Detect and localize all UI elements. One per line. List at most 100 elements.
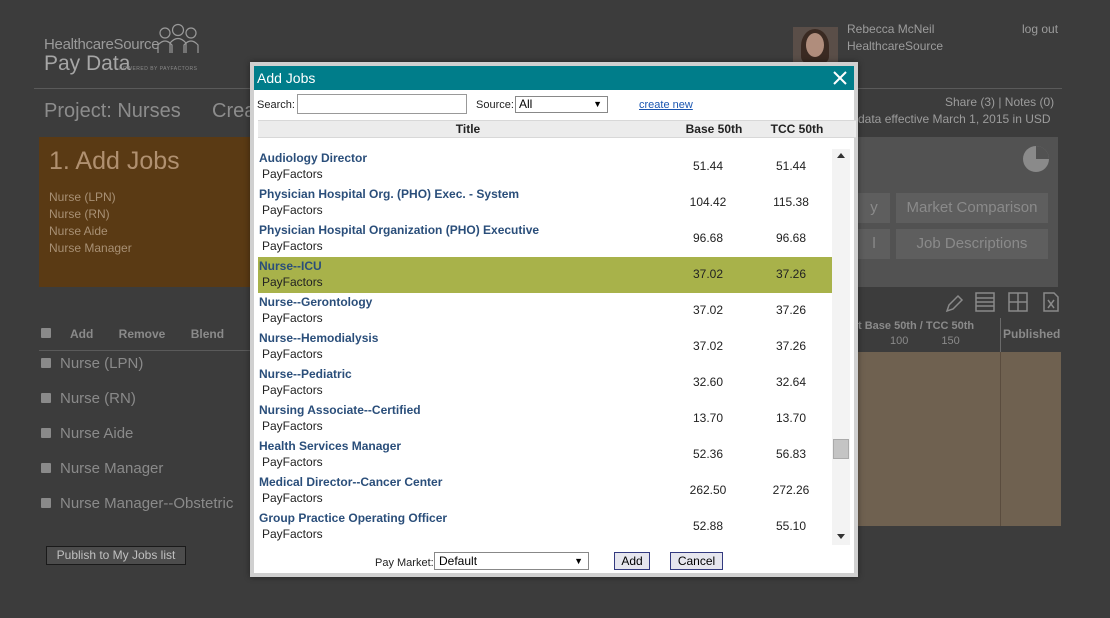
job-base-50th: 32.60 (692, 375, 724, 389)
job-base-50th: 104.42 (689, 195, 727, 209)
modal-title: Add Jobs (257, 70, 316, 86)
bg-job-row[interactable]: Nurse (RN) (60, 390, 136, 407)
job-row[interactable]: Nurse--ICU PayFactors 37.02 37.26 (258, 257, 832, 293)
base-tcc-header: t Base 50th / TCC 50th (858, 320, 975, 332)
bg-job-row[interactable]: Nurse Manager (60, 460, 163, 477)
bg-job-row[interactable]: Nurse Aide (60, 425, 133, 442)
add-action[interactable]: Add (70, 327, 93, 341)
scroll-up-arrow-icon[interactable] (837, 153, 845, 158)
scroll-thumb[interactable] (833, 439, 849, 459)
step-job-item: Nurse Manager (49, 241, 132, 255)
job-title[interactable]: Physician Hospital Org. (PHO) Exec. - Sy… (259, 187, 519, 201)
column-header-base[interactable]: Base 50th (678, 122, 750, 136)
scale-labels: 100 150 (890, 335, 960, 347)
job-title[interactable]: Group Practice Operating Officer (259, 511, 447, 525)
job-tcc-50th: 96.68 (775, 231, 807, 245)
logout-link[interactable]: log out (1022, 22, 1058, 36)
job-base-50th: 37.02 (692, 303, 724, 317)
job-source: PayFactors (262, 239, 323, 253)
column-header-title[interactable]: Title (258, 122, 678, 136)
job-title[interactable]: Nursing Associate--Certified (259, 403, 421, 417)
job-row[interactable]: Group Practice Operating Officer PayFacto… (258, 509, 832, 545)
job-title[interactable]: Nurse--Gerontology (259, 295, 372, 309)
job-title[interactable]: Audiology Director (259, 151, 367, 165)
row-checkbox[interactable] (41, 463, 51, 473)
job-tcc-50th: 37.26 (775, 267, 807, 281)
job-base-50th: 37.02 (692, 267, 724, 281)
job-tcc-50th: 37.26 (775, 339, 807, 353)
job-source: PayFactors (262, 275, 323, 289)
job-row[interactable]: Medical Director--Cancer Center PayFactor… (258, 473, 832, 509)
add-button[interactable]: Add (614, 552, 650, 570)
job-title[interactable]: Nurse--Hemodialysis (259, 331, 378, 345)
avatar[interactable] (793, 27, 838, 63)
tab-create[interactable]: Crea (212, 100, 255, 123)
dropdown-arrow-icon: ▼ (574, 556, 583, 566)
remove-action[interactable]: Remove (119, 327, 166, 341)
cancel-button[interactable]: Cancel (670, 552, 723, 570)
job-row[interactable]: Health Services Manager PayFactors 52.36 56… (258, 437, 832, 473)
job-title[interactable]: Nurse--ICU (259, 259, 322, 273)
list-view-icon[interactable] (975, 292, 995, 312)
user-name: Rebecca McNeil (847, 22, 935, 36)
job-source: PayFactors (262, 167, 323, 181)
job-title[interactable]: Nurse--Pediatric (259, 367, 352, 381)
job-row[interactable]: Audiology Director PayFactors 51.44 51.44 (258, 149, 832, 185)
source-select[interactable]: All ▼ (515, 96, 608, 113)
step-job-item: Nurse (RN) (49, 207, 110, 221)
row-checkbox[interactable] (41, 393, 51, 403)
job-base-50th: 96.68 (692, 231, 724, 245)
dropdown-arrow-icon: ▼ (593, 99, 602, 109)
pencil-icon[interactable] (944, 294, 964, 314)
market-comparison-button[interactable]: Market Comparison (896, 193, 1048, 223)
partial-button-top[interactable]: y (858, 193, 890, 223)
job-source: PayFactors (262, 383, 323, 397)
job-row[interactable]: Nursing Associate--Certified PayFactors 13… (258, 401, 832, 437)
job-source: PayFactors (262, 455, 323, 469)
source-label: Source: (476, 99, 514, 111)
job-source: PayFactors (262, 347, 323, 361)
job-title[interactable]: Physician Hospital Organization (PHO) Ex… (259, 223, 539, 237)
header-divider-line (1000, 318, 1001, 352)
job-source: PayFactors (262, 203, 323, 217)
partial-button-bottom[interactable]: l (858, 229, 890, 259)
column-header-tcc[interactable]: TCC 50th (750, 122, 844, 136)
close-icon[interactable] (830, 68, 850, 88)
modal-header: Add Jobs (254, 66, 854, 90)
create-new-link[interactable]: create new (639, 99, 693, 111)
job-row[interactable]: Nurse--Gerontology PayFactors 37.02 37.26 (258, 293, 832, 329)
job-base-50th: 52.88 (692, 519, 724, 533)
row-checkbox[interactable] (41, 498, 51, 508)
pay-market-label: Pay Market: (375, 557, 434, 569)
blend-action[interactable]: Blend (191, 327, 224, 341)
job-title[interactable]: Health Services Manager (259, 439, 401, 453)
pay-market-value: Default (439, 554, 478, 568)
job-row[interactable]: Physician Hospital Org. (PHO) Exec. - Sy… (258, 185, 832, 221)
row-checkbox[interactable] (41, 428, 51, 438)
scroll-down-arrow-icon[interactable] (837, 534, 845, 539)
excel-export-icon[interactable] (1042, 292, 1060, 312)
publish-button[interactable]: Publish to My Jobs list (46, 546, 186, 565)
step-job-item: Nurse Aide (49, 224, 108, 238)
search-input[interactable] (297, 94, 467, 114)
pay-market-select[interactable]: Default ▼ (434, 552, 589, 570)
share-notes-links[interactable]: Share (3) | Notes (0) (945, 95, 1054, 109)
job-base-50th: 52.36 (692, 447, 724, 461)
job-title[interactable]: Medical Director--Cancer Center (259, 475, 442, 489)
published-header: Published (1003, 327, 1061, 341)
row-checkbox[interactable] (41, 358, 51, 368)
logo-bottom-text: Pay Data (44, 52, 131, 75)
search-label: Search: (257, 99, 295, 111)
job-descriptions-button[interactable]: Job Descriptions (896, 229, 1048, 259)
select-all-checkbox[interactable] (41, 328, 51, 338)
job-base-50th: 13.70 (692, 411, 724, 425)
job-row[interactable]: Physician Hospital Organization (PHO) Ex… (258, 221, 832, 257)
job-tcc-50th: 56.83 (775, 447, 807, 461)
bg-job-row[interactable]: Nurse Manager--Obstetric (60, 495, 233, 512)
job-row[interactable]: Nurse--Hemodialysis PayFactors 37.02 37.26 (258, 329, 832, 365)
pie-chart-icon[interactable] (1021, 144, 1051, 174)
jobs-scrollbar[interactable] (832, 149, 850, 545)
job-row[interactable]: Nurse--Pediatric PayFactors 32.60 32.64 (258, 365, 832, 401)
grid-view-icon[interactable] (1008, 292, 1028, 312)
bg-job-row[interactable]: Nurse (LPN) (60, 355, 143, 372)
